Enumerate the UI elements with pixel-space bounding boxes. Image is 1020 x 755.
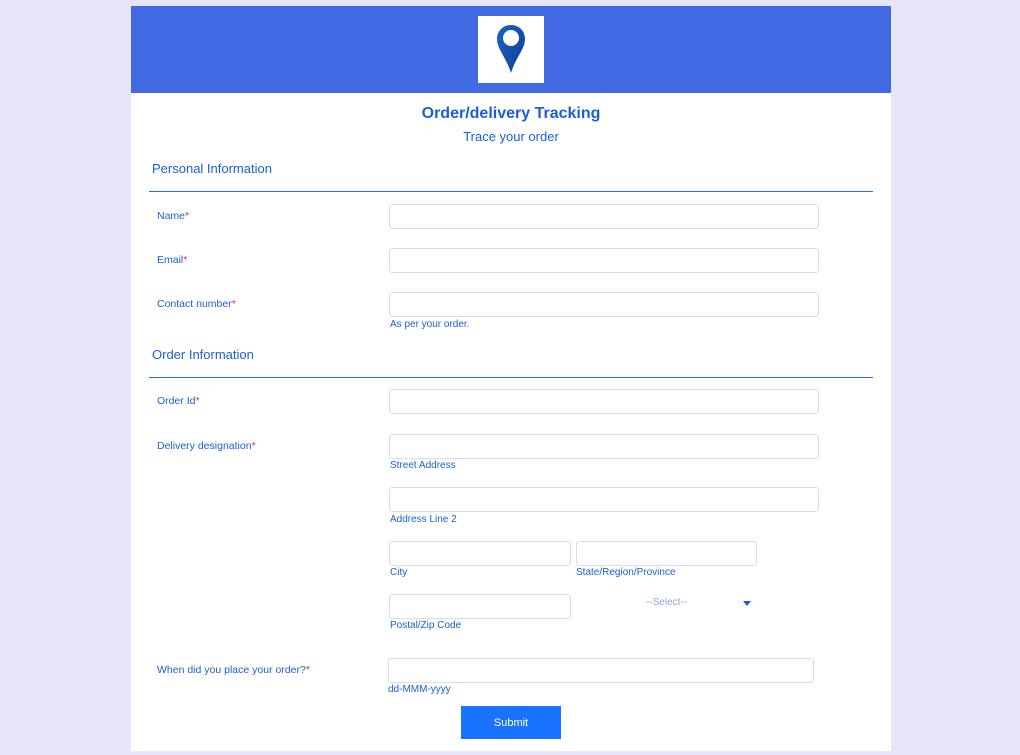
- section-divider: [149, 191, 873, 192]
- country-select[interactable]: --Select--: [576, 592, 757, 614]
- order-id-input[interactable]: [389, 389, 819, 414]
- header-banner: [131, 6, 891, 93]
- section-personal-title: Personal Information: [152, 161, 272, 176]
- contact-input[interactable]: [389, 292, 819, 317]
- order-date-input[interactable]: [388, 658, 814, 683]
- order-date-hint: dd-MMM-yyyy: [388, 684, 451, 695]
- zip-hint: Postal/Zip Code: [390, 620, 462, 631]
- contact-label: Contact number*: [157, 298, 236, 310]
- page-subtitle: Trace your order: [463, 129, 559, 144]
- form-card: Order/delivery Tracking Trace your order…: [131, 6, 891, 751]
- email-input[interactable]: [389, 248, 819, 273]
- zip-input[interactable]: [389, 594, 571, 619]
- name-input[interactable]: [389, 204, 819, 229]
- name-label: Name*: [157, 210, 190, 222]
- section-order-title: Order Information: [152, 347, 254, 362]
- page-title: Order/delivery Tracking: [421, 105, 601, 122]
- section-divider: [149, 377, 873, 378]
- order-date-label: When did you place your order?*: [157, 664, 310, 676]
- address-line2-hint: Address Line 2: [390, 514, 457, 525]
- city-hint: City: [390, 567, 408, 578]
- city-input[interactable]: [389, 541, 571, 566]
- logo: [478, 16, 544, 83]
- submit-button[interactable]: Submit: [461, 706, 561, 739]
- contact-hint: As per your order.: [390, 319, 470, 330]
- country-select-value: --Select--: [645, 597, 688, 608]
- state-input[interactable]: [576, 541, 757, 566]
- street-address-hint: Street Address: [390, 460, 456, 471]
- delivery-label: Delivery designation*: [157, 440, 256, 452]
- state-hint: State/Region/Province: [576, 567, 676, 578]
- street-address-input[interactable]: [389, 434, 819, 459]
- caret-down-icon: [743, 601, 751, 606]
- email-label: Email*: [157, 254, 188, 266]
- address-line2-input[interactable]: [389, 487, 819, 512]
- order-id-label: Order Id*: [157, 395, 200, 407]
- map-pin-icon: [497, 25, 525, 73]
